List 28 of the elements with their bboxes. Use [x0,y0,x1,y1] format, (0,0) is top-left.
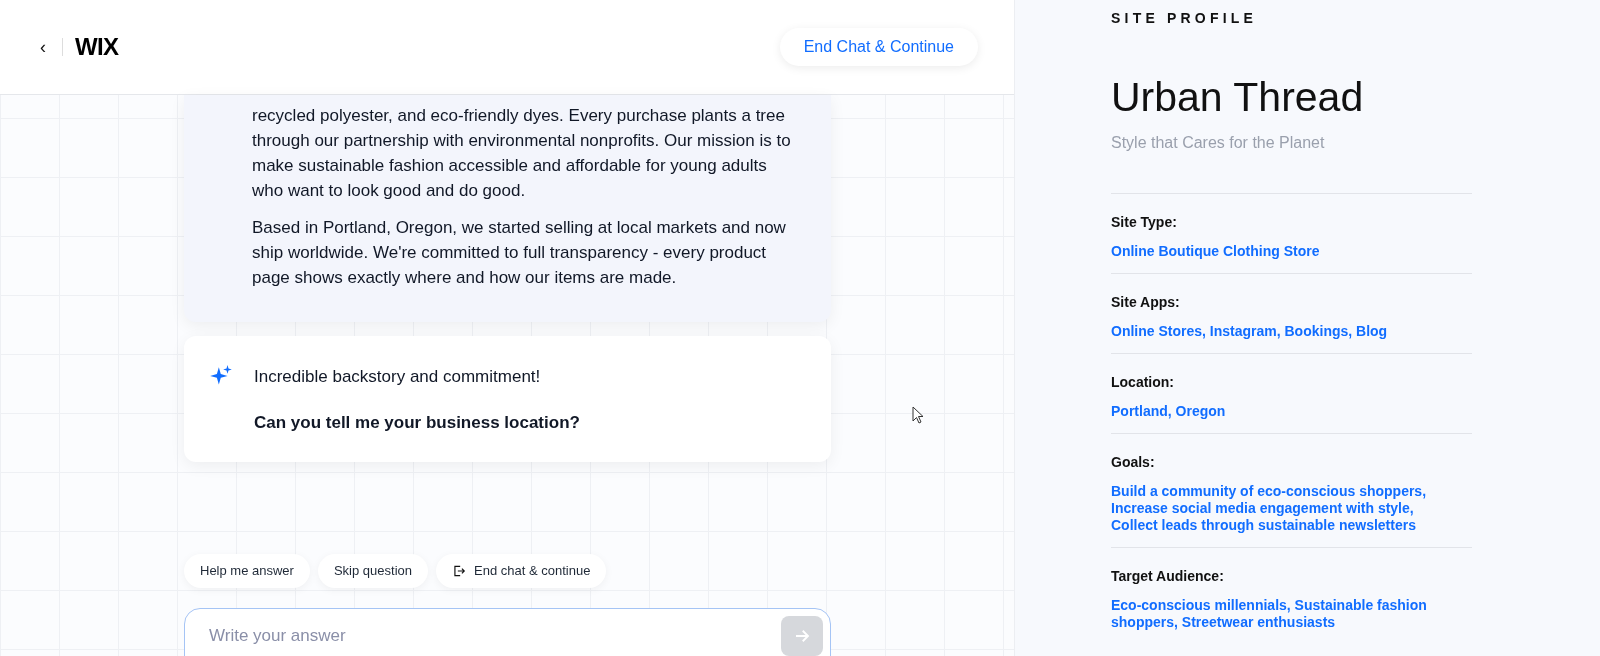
send-button[interactable] [781,616,823,656]
message-text: Can you tell me your business location? [254,412,580,434]
message-text: Based in Portland, Oregon, we started selling at local markets and now ship worldwide. We're committed to full transparency - every product page shows exactly where and how our items are made. [252,217,787,289]
suggestion-chip[interactable]: Skip question [317,554,428,588]
back-button[interactable]: ‹ [40,38,63,56]
field-value: Build a community of eco-conscious shoppers, Increase social media engagement with style, Collect leads through sustainable newsletters [1111,483,1428,534]
site-tagline: Style that Cares for the Planet [1111,133,1326,153]
message-text: recycled polyester, and eco-friendly dyes. Every purchase plants a tree through our partnership with environmental nonprofits. Our mission is to make sustainable fashion accessible and affordable for young adults who want to look good and do good. [252,105,792,202]
arrow-right-icon [793,627,811,645]
field-value: Eco-conscious millennials, Sustainable fashion shoppers, Streetwear enthusiasts [1111,597,1428,631]
field-value: Online Stores, Instagram, Bookings, Blog [1111,323,1389,340]
suggestion-chip[interactable]: Help me answer [184,554,310,588]
field-label: Site Apps: [1111,293,1181,312]
field-value: Portland, Oregon [1111,403,1227,420]
field-value: Online Boutique Clothing Store [1111,243,1321,260]
field-label: Location: [1111,373,1175,392]
mouse-pointer-icon [912,406,924,424]
answer-field[interactable]: Write your answer [184,608,831,656]
field-label: Target Audience: [1111,567,1225,586]
suggestion-chip[interactable]: End chat & continue [436,554,607,588]
panel-heading: SITE PROFILE [1111,9,1259,28]
exit-icon [452,564,466,578]
site-name: Urban Thread [1111,73,1365,121]
field-label: Site Type: [1111,213,1178,232]
logo: WIX [75,32,119,62]
end-chat-button[interactable]: End Chat & Continue [779,28,978,66]
field-label: Goals: [1111,453,1156,472]
message-text: Incredible backstory and commitment! [254,366,542,388]
